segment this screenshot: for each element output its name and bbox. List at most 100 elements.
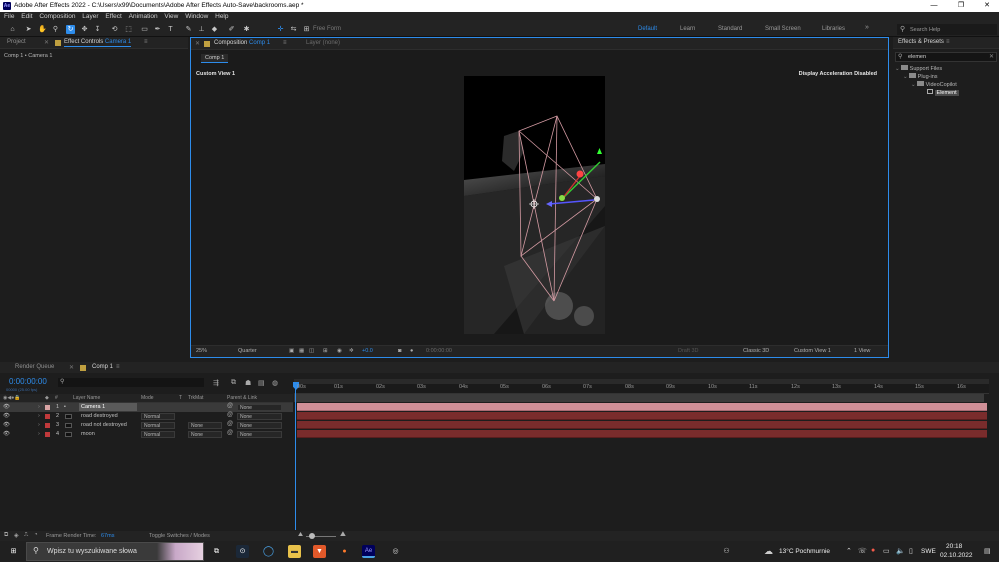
view-axis-icon[interactable]: ⊞ bbox=[302, 25, 311, 34]
view-dropdown[interactable]: Custom View 1 bbox=[794, 348, 831, 354]
file-explorer-icon[interactable]: ▬ bbox=[288, 545, 301, 558]
after-effects-taskbar-icon[interactable]: Ae bbox=[362, 545, 375, 558]
app-orange-icon[interactable]: ● bbox=[338, 545, 351, 558]
layer-label-color[interactable] bbox=[45, 405, 50, 410]
time-ruler[interactable] bbox=[294, 384, 989, 394]
cloud-weather-icon[interactable]: ☁ bbox=[762, 545, 775, 558]
puppet-tool-icon[interactable]: ✱ bbox=[242, 25, 251, 34]
type-tool-icon[interactable]: T bbox=[166, 25, 175, 34]
search-help-field[interactable]: ⚲ Search Help bbox=[897, 24, 997, 35]
shy-layers-icon[interactable]: ☗ bbox=[245, 379, 251, 387]
menu-layer[interactable]: Layer bbox=[82, 12, 98, 22]
close-comp-tab-icon[interactable]: ✕ bbox=[195, 40, 200, 47]
tab-comp-1[interactable]: Comp 1 bbox=[92, 364, 113, 370]
volume-icon[interactable]: 🔈 bbox=[896, 547, 905, 555]
track-bar-moon[interactable] bbox=[297, 430, 987, 438]
draft-3d-icon[interactable]: ⧉ bbox=[231, 379, 236, 387]
parent-dropdown[interactable]: None bbox=[237, 404, 282, 411]
snapshot-icon[interactable]: ◙ bbox=[398, 348, 401, 354]
home-icon[interactable]: ⌂ bbox=[8, 25, 17, 34]
tab-project[interactable]: Project bbox=[7, 39, 26, 45]
layer-label-color[interactable] bbox=[45, 432, 50, 437]
track-bar-road-not-destroyed[interactable] bbox=[297, 421, 987, 429]
mask-visibility-icon[interactable]: ◫ bbox=[309, 348, 314, 354]
clone-stamp-tool-icon[interactable]: ⊥ bbox=[197, 25, 206, 34]
motion-blur-icon[interactable]: ◍ bbox=[272, 379, 278, 387]
notifications-icon[interactable]: ▤ bbox=[984, 547, 991, 555]
cortana-icon[interactable]: ◯ bbox=[262, 545, 275, 558]
tab-composition[interactable]: Composition Comp 1 bbox=[214, 40, 270, 46]
pan-behind-tool-icon[interactable]: ⬚ bbox=[124, 25, 133, 34]
tree-item-element[interactable]: Element bbox=[927, 89, 959, 96]
world-axis-icon[interactable]: ⇆ bbox=[289, 25, 298, 34]
tab-effects-presets[interactable]: Effects & Presets bbox=[898, 39, 944, 45]
zoom-out-icon[interactable]: ⛰ bbox=[298, 532, 303, 539]
parent-pickwhip-icon[interactable]: @ bbox=[227, 421, 233, 427]
track-bar-camera[interactable] bbox=[297, 403, 987, 411]
hand-tool-icon[interactable]: ✋ bbox=[38, 25, 47, 34]
timeline-zoom-handle[interactable] bbox=[309, 533, 315, 539]
clear-search-icon[interactable]: ✕ bbox=[989, 53, 994, 60]
selection-tool-icon[interactable]: ➤ bbox=[24, 25, 33, 34]
tab-effect-controls[interactable]: Effect Controls Camera 1 bbox=[64, 39, 132, 47]
render-time-icon[interactable]: ◔ bbox=[34, 532, 38, 538]
comp-breadcrumb[interactable]: Comp 1 bbox=[201, 54, 229, 63]
trkmat-dropdown[interactable]: None bbox=[188, 422, 222, 429]
language-indicator[interactable]: SWE bbox=[921, 548, 936, 555]
visibility-eye-icon[interactable]: 👁 bbox=[3, 431, 10, 437]
workspace-standard[interactable]: Standard bbox=[718, 26, 742, 32]
toggle-switches-modes[interactable]: Toggle Switches / Modes bbox=[149, 533, 210, 539]
menu-edit[interactable]: Edit bbox=[21, 12, 32, 22]
layer-row-road-not-destroyed[interactable]: 👁 › 3 road not destroyed Normal None @ N… bbox=[0, 421, 293, 430]
layer-name[interactable]: moon bbox=[81, 431, 95, 437]
in-out-icon[interactable]: ⎍ bbox=[24, 532, 28, 539]
effects-panel-menu-icon[interactable]: ≡ bbox=[946, 39, 950, 45]
expand-arrow-icon[interactable]: › bbox=[38, 431, 40, 437]
brush-tool-icon[interactable]: ✎ bbox=[184, 25, 193, 34]
view-layout-dropdown[interactable]: 1 View bbox=[854, 348, 870, 354]
resolution-dropdown[interactable]: Quarter bbox=[238, 348, 257, 354]
show-snapshot-icon[interactable]: ● bbox=[410, 348, 413, 354]
comp-panel-menu-icon[interactable]: ≡ bbox=[283, 40, 287, 46]
region-of-interest-icon[interactable]: ▣ bbox=[289, 348, 294, 354]
workspace-default[interactable]: Default bbox=[638, 26, 657, 32]
track-bar-road-destroyed[interactable] bbox=[297, 412, 987, 420]
menu-help[interactable]: Help bbox=[215, 12, 228, 22]
workspace-learn[interactable]: Learn bbox=[680, 26, 695, 32]
zoom-tool-icon[interactable]: ⚲ bbox=[51, 25, 60, 34]
battery-icon[interactable]: ▯ bbox=[909, 547, 913, 555]
mode-dropdown[interactable]: Normal bbox=[141, 431, 175, 438]
mode-dropdown[interactable]: Normal bbox=[141, 413, 175, 420]
visibility-eye-icon[interactable]: 👁 bbox=[3, 422, 10, 428]
tree-item-videocopilot[interactable]: ⌄ VideoCopilot bbox=[911, 81, 957, 88]
more-workspaces-icon[interactable]: » bbox=[865, 24, 869, 31]
layer-name[interactable]: Camera 1 bbox=[79, 403, 137, 411]
rotate-tool-icon[interactable]: ⟲ bbox=[110, 25, 119, 34]
parent-dropdown[interactable]: None bbox=[237, 431, 282, 438]
maximize-button[interactable]: ❐ bbox=[951, 1, 971, 11]
playhead-line[interactable] bbox=[295, 382, 296, 530]
local-axis-icon[interactable]: ✛ bbox=[276, 25, 285, 34]
timeline-search-input[interactable]: ⚲ bbox=[58, 378, 204, 387]
expand-arrow-icon[interactable]: › bbox=[38, 413, 40, 419]
layer-switches-icon[interactable]: ⧉ bbox=[4, 532, 8, 539]
app-circle-icon[interactable]: ◎ bbox=[389, 545, 402, 558]
tree-item-support-files[interactable]: ⌄ Support Files bbox=[895, 65, 942, 72]
composition-viewer[interactable] bbox=[464, 76, 605, 334]
people-icon[interactable]: ⚇ bbox=[720, 545, 733, 558]
microphone-icon[interactable]: ● bbox=[871, 547, 875, 554]
layer-name[interactable]: road not destroyed bbox=[81, 422, 127, 428]
dolly-camera-tool-icon[interactable]: ↧ bbox=[93, 25, 102, 34]
windows-start-icon[interactable]: ⊞ bbox=[7, 545, 20, 558]
layer-label-color[interactable] bbox=[45, 414, 50, 419]
menu-view[interactable]: View bbox=[164, 12, 178, 22]
steam-icon[interactable]: ⊙ bbox=[236, 545, 249, 558]
trkmat-dropdown[interactable]: None bbox=[188, 431, 222, 438]
clock-date[interactable]: 02.10.2022 bbox=[940, 552, 973, 559]
renderer-dropdown[interactable]: Classic 3D bbox=[743, 348, 769, 354]
magnification-dropdown[interactable]: 25% bbox=[196, 348, 207, 354]
pen-tool-icon[interactable]: ✒ bbox=[153, 25, 162, 34]
mode-dropdown[interactable]: Normal bbox=[141, 422, 175, 429]
parent-dropdown[interactable]: None bbox=[237, 413, 282, 420]
workspace-small-screen[interactable]: Small Screen bbox=[765, 26, 801, 32]
